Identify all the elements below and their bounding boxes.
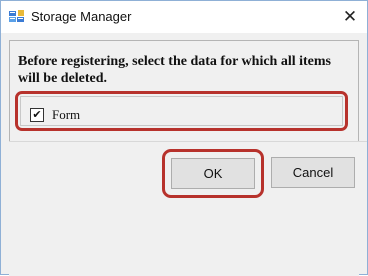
form-option-row[interactable]: ✔ Form [20, 96, 343, 126]
separator [9, 141, 367, 142]
instruction-text: Before registering, select the data for … [18, 54, 331, 85]
storage-manager-icon [9, 10, 25, 24]
selection-panel: Before registering, select the data for … [9, 40, 359, 142]
ok-button[interactable]: OK [171, 158, 255, 189]
window-title: Storage Manager [31, 9, 132, 24]
close-button[interactable]: ✕ [337, 5, 363, 29]
checkmark-icon: ✔ [32, 108, 42, 121]
form-checkbox[interactable]: ✔ [30, 108, 44, 122]
dialog-content: Before registering, select the data for … [9, 40, 367, 276]
form-checkbox-label: Form [52, 107, 81, 122]
storage-manager-dialog: Storage Manager ✕ Before registering, se… [0, 0, 368, 276]
close-icon: ✕ [342, 7, 358, 27]
form-option-highlight[interactable]: ✔ Form [15, 91, 348, 131]
title-bar: Storage Manager ✕ [1, 1, 367, 33]
cancel-button[interactable]: Cancel [271, 157, 355, 188]
ok-button-highlight: OK [162, 149, 264, 198]
